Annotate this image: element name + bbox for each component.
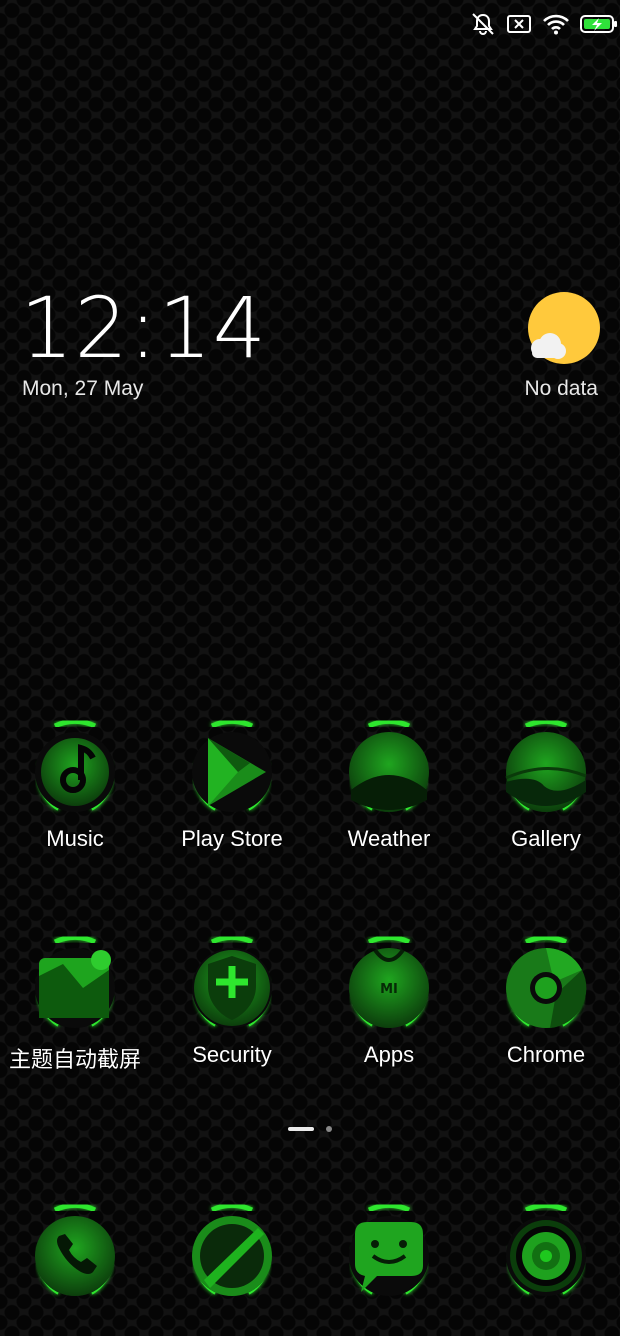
play-store-icon [192, 720, 272, 812]
battery-charging-icon [580, 15, 617, 33]
app-security[interactable]: Security [154, 936, 310, 1068]
music-note-icon [35, 720, 115, 812]
dock-camera[interactable] [468, 1204, 620, 1308]
app-label: Weather [347, 826, 431, 851]
app-screenshot[interactable]: 主题自动截屏 [0, 936, 153, 1074]
dock-messages[interactable] [311, 1204, 467, 1308]
app-label: Play Store [181, 826, 283, 851]
app-apps[interactable]: MI Apps [311, 936, 467, 1068]
app-weather[interactable]: Weather [311, 720, 467, 852]
screenshot-icon [35, 936, 115, 1028]
status-bar [470, 10, 620, 38]
app-gallery[interactable]: Gallery [468, 720, 620, 852]
camera-icon [506, 1204, 586, 1296]
bell-off-icon [472, 13, 494, 35]
page-indicator-active[interactable] [288, 1127, 314, 1131]
gallery-icon [505, 720, 587, 812]
app-label: Chrome [506, 1042, 586, 1067]
app-label: 主题自动截屏 [8, 1047, 141, 1072]
dock-browser[interactable] [154, 1204, 310, 1308]
dock-phone[interactable] [0, 1204, 153, 1308]
app-chrome[interactable]: Chrome [468, 936, 620, 1068]
app-label: Security [192, 1042, 272, 1067]
app-label: Music [46, 826, 104, 851]
app-music[interactable]: Music [0, 720, 153, 852]
weather-status[interactable]: No data [524, 377, 598, 401]
messages-icon [349, 1204, 429, 1296]
phone-icon [35, 1204, 115, 1296]
shield-plus-icon [192, 936, 272, 1028]
sun-cloud-icon[interactable] [522, 290, 602, 370]
svg-text:MI: MI [380, 982, 398, 997]
clock-date[interactable]: Mon, 27 May [22, 377, 143, 401]
page-indicator[interactable] [0, 1126, 620, 1132]
app-label: Apps [363, 1042, 415, 1067]
weather-landscape-icon [349, 720, 429, 812]
chrome-icon [506, 936, 587, 1028]
app-label: Gallery [511, 826, 581, 851]
wifi-icon [543, 14, 569, 35]
page-indicator-dot[interactable] [326, 1126, 332, 1132]
app-play-store[interactable]: Play Store [154, 720, 310, 852]
no-sim-icon [507, 15, 531, 33]
clock-time[interactable]: 12:14 [20, 280, 267, 376]
mi-bag-icon: MI [349, 936, 429, 1028]
browser-icon [192, 1204, 272, 1296]
